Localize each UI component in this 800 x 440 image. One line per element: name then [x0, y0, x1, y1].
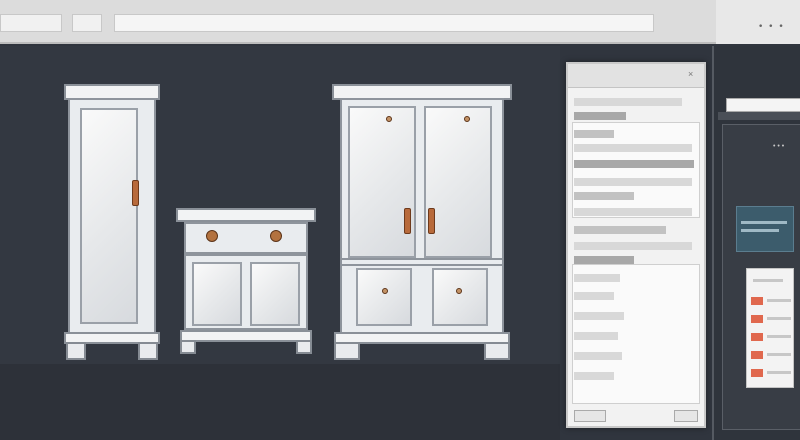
wardrobe-divider: [340, 258, 504, 266]
list-item-marker[interactable]: [751, 297, 763, 305]
door-handle[interactable]: [428, 208, 435, 234]
cabinet-door[interactable]: [192, 262, 242, 326]
cabinet-door[interactable]: [250, 262, 300, 326]
property-row[interactable]: [574, 256, 634, 264]
property-row[interactable]: [574, 144, 692, 152]
cabinet-low-double[interactable]: [176, 206, 316, 366]
wardrobe-drawer[interactable]: [432, 268, 488, 326]
info-card[interactable]: [736, 206, 794, 252]
toolbar-right-area: • • •: [716, 0, 800, 44]
list-item-marker[interactable]: [751, 315, 763, 323]
list-header-line: [753, 279, 783, 282]
cabinet-drawer[interactable]: [184, 222, 308, 254]
info-line: [741, 229, 779, 232]
menu-button[interactable]: [0, 14, 62, 32]
property-row[interactable]: [574, 292, 614, 300]
cabinet-foot: [180, 340, 196, 354]
info-line: [741, 221, 787, 224]
property-row[interactable]: [574, 192, 634, 200]
door-handle[interactable]: [404, 208, 411, 234]
list-item-text: [767, 335, 791, 338]
dock-panel-label: • • •: [773, 143, 785, 150]
cabinet-base: [180, 330, 312, 342]
door-knob[interactable]: [386, 116, 392, 122]
property-row[interactable]: [574, 98, 682, 106]
design-canvas[interactable]: [0, 46, 560, 440]
cabinet-top: [176, 208, 316, 222]
address-input[interactable]: [114, 14, 654, 32]
property-row[interactable]: [574, 332, 618, 340]
cabinet-foot: [484, 342, 510, 360]
property-row[interactable]: [574, 226, 666, 234]
property-row[interactable]: [574, 130, 614, 138]
cabinet-foot: [66, 342, 86, 360]
property-row[interactable]: [574, 178, 692, 186]
property-row[interactable]: [574, 112, 626, 120]
more-icon[interactable]: • • •: [758, 22, 785, 32]
top-toolbar: • • •: [0, 0, 800, 44]
list-item-marker[interactable]: [751, 351, 763, 359]
drawer-knob[interactable]: [270, 230, 282, 242]
cabinet-door-right[interactable]: [424, 106, 492, 258]
cabinet-wardrobe[interactable]: [332, 84, 512, 366]
property-row[interactable]: [574, 312, 624, 320]
list-item-text: [767, 353, 791, 356]
door-knob[interactable]: [464, 116, 470, 122]
properties-panel: ×: [566, 62, 706, 428]
list-item-text: [767, 371, 791, 374]
list-item-text: [767, 299, 791, 302]
property-row[interactable]: [574, 242, 692, 250]
property-row[interactable]: [574, 352, 622, 360]
list-item-text: [767, 317, 791, 320]
cabinet-foot: [296, 340, 312, 354]
list-item-marker[interactable]: [751, 369, 763, 377]
item-list: [746, 268, 794, 388]
dock-search-input[interactable]: [726, 98, 800, 112]
cancel-button[interactable]: [574, 410, 606, 422]
property-row[interactable]: [574, 274, 620, 282]
cabinet-foot: [138, 342, 158, 360]
close-icon[interactable]: ×: [688, 69, 693, 79]
drawer-knob[interactable]: [382, 288, 388, 294]
list-item-marker[interactable]: [751, 333, 763, 341]
right-dock: • • •: [712, 46, 800, 440]
toolbar-button[interactable]: [72, 14, 102, 32]
cabinet-door[interactable]: [80, 108, 138, 324]
wardrobe-drawer[interactable]: [356, 268, 412, 326]
cabinet-foot: [334, 342, 360, 360]
app-window: • • • × • • •: [0, 0, 800, 440]
ok-button[interactable]: [674, 410, 698, 422]
drawer-knob[interactable]: [206, 230, 218, 242]
property-row[interactable]: [574, 372, 614, 380]
cabinet-door-left[interactable]: [348, 106, 416, 258]
drawer-knob[interactable]: [456, 288, 462, 294]
door-handle[interactable]: [132, 180, 139, 206]
property-row[interactable]: [574, 160, 694, 168]
property-row[interactable]: [574, 208, 692, 216]
cabinet-tall-single[interactable]: [64, 84, 160, 366]
panel-header: ×: [568, 64, 704, 88]
floor-plane: [0, 364, 560, 440]
dock-header: [718, 112, 800, 120]
